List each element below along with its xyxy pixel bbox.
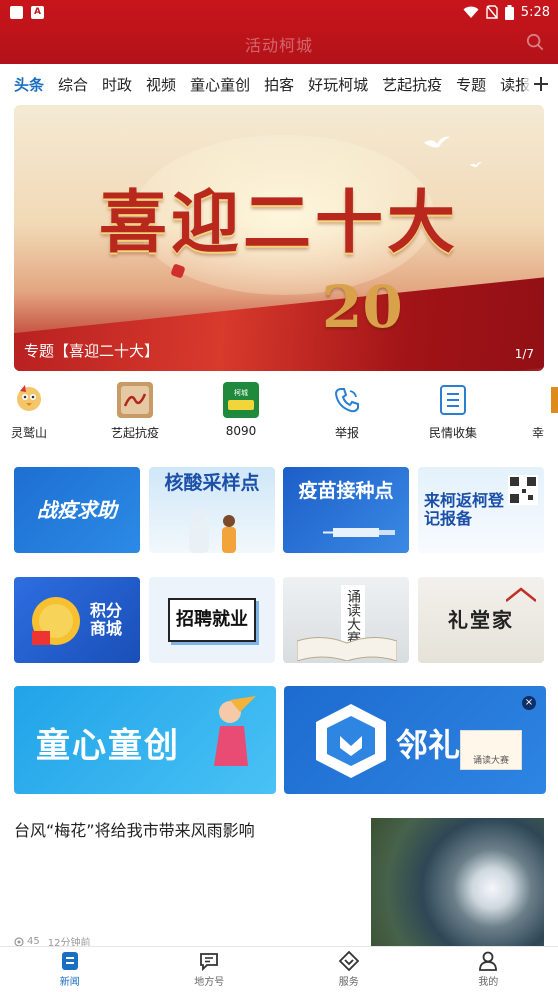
tile-title: 来柯返柯登记报备 (424, 490, 505, 528)
tile-title: 招聘就业 (176, 608, 248, 630)
shortcut-row: 灵鹫山 艺起抗疫 柯城 8090 举报 民情收集 幸 (0, 378, 558, 448)
nav-label: 我的 (478, 977, 499, 988)
tile-ritual-hall[interactable]: 礼堂家 (418, 577, 544, 663)
news-thumbnail (371, 818, 544, 946)
shortcut-label: 幸 (532, 426, 545, 440)
tab-art-antiepidemic[interactable]: 艺起抗疫 (375, 74, 449, 95)
tile-title: 积分商城 (89, 600, 122, 638)
app-header: 活动柯城 (0, 24, 558, 64)
tile-title: 礼堂家 (448, 607, 514, 632)
shortcut-label: 艺起抗疫 (110, 426, 159, 440)
medic-illustration-icon (189, 508, 236, 553)
battery-icon (504, 4, 514, 20)
banner-pager: 1/7 (514, 347, 534, 361)
news-list-item[interactable]: 台风“梅花”将给我市带来风雨影响 45 12分钟前 (0, 812, 558, 949)
channel-tabs: 头条 综合 时政 视频 童心童创 拍客 好玩柯城 艺起抗疫 专题 读报 (0, 64, 558, 104)
tile-epidemic-help[interactable]: 战疫求助 (14, 467, 140, 553)
coin-icon (32, 597, 80, 645)
open-book-icon (297, 637, 397, 661)
8090-stripe (228, 400, 254, 410)
eye-icon (14, 936, 24, 947)
tab-headline[interactable]: 头条 (0, 74, 51, 95)
shortcut-label: 民情收集 (428, 426, 477, 440)
shortcut-lingjiushan[interactable]: 灵鹫山 (0, 378, 74, 441)
shortcut-label: 8090 (225, 424, 257, 438)
news-headline: 台风“梅花”将给我市带来风雨影响 (14, 821, 255, 840)
nav-local-account[interactable]: 地方号 (140, 947, 280, 992)
tile-employment[interactable]: 招聘就业 (149, 577, 275, 663)
notification-a-icon: A (31, 5, 44, 19)
banner-neighbor-ritual[interactable]: 邻礼 诵读大赛 × (284, 686, 546, 794)
nav-label: 新闻 (59, 977, 80, 988)
close-icon[interactable]: × (522, 696, 536, 710)
add-channel-button[interactable] (524, 64, 558, 104)
nav-label: 服务 (338, 977, 359, 988)
house-icon (536, 382, 558, 418)
service-diamond-icon (338, 951, 359, 971)
wifi-icon (463, 6, 479, 18)
mascot-icon (11, 382, 47, 418)
cube-logo-icon (316, 704, 386, 778)
8090-badge-text: 柯城 (234, 389, 248, 397)
employment-card: 招聘就业 (168, 597, 256, 643)
banner-headline-art: 喜迎二十大 (98, 183, 459, 263)
shortcut-8090[interactable]: 柯城 8090 (196, 378, 286, 438)
banner-caption: 专题【喜迎二十大】 (24, 342, 160, 360)
top-bar: A 5:28 活动柯城 (0, 0, 558, 64)
no-sim-icon (486, 5, 498, 19)
phone-icon (329, 382, 365, 418)
shortcut-report[interactable]: 举报 (302, 378, 392, 441)
nav-label: 地方号 (194, 977, 225, 988)
app-notification-icon (10, 5, 23, 19)
tab-general[interactable]: 综合 (51, 74, 95, 95)
tile-title: 核酸采样点 (164, 472, 260, 494)
tab-video[interactable]: 视频 (139, 74, 183, 95)
tab-photographer[interactable]: 拍客 (257, 74, 301, 95)
tile-nucleic-test-point[interactable]: 核酸采样点 (149, 467, 275, 553)
nav-service[interactable]: 服务 (279, 947, 419, 992)
list-icon (435, 382, 471, 418)
user-icon (479, 951, 498, 971)
nav-profile[interactable]: 我的 (419, 947, 558, 992)
tab-special[interactable]: 专题 (449, 74, 493, 95)
wide-banner-title: 童心童创 (36, 726, 180, 766)
wide-banner-title: 邻礼 (396, 726, 461, 764)
8090-league-icon: 柯城 (223, 382, 259, 418)
tile-title: 战疫求助 (37, 497, 117, 522)
shortcut-opinion-collection[interactable]: 民情收集 (408, 378, 498, 441)
search-icon[interactable] (526, 33, 544, 51)
banner-number-art: 20 (322, 273, 403, 341)
syringe-icon (323, 528, 395, 537)
banner-carousel[interactable]: 喜迎二十大 20 专题【喜迎二十大】 1/7 (14, 105, 544, 371)
qr-code-icon (508, 475, 538, 505)
shortcut-label: 举报 (334, 426, 359, 440)
status-time: 5:28 (520, 4, 550, 20)
bottom-nav: 新闻 地方号 服务 我的 (0, 946, 558, 992)
nav-news[interactable]: 新闻 (0, 947, 140, 992)
tile-points-mall[interactable]: 积分商城 (14, 577, 140, 663)
banner-kids-creation[interactable]: 童心童创 (14, 686, 276, 794)
shortcut-label: 灵鹫山 (10, 426, 47, 440)
dove-icon (424, 136, 450, 148)
tile-return-registration[interactable]: 来柯返柯登记报备 (418, 467, 544, 553)
news-icon (61, 952, 78, 970)
tile-reading-contest[interactable]: 诵读大赛 (283, 577, 409, 663)
tab-fun-kecheng[interactable]: 好玩柯城 (301, 74, 375, 95)
tab-kids-creation[interactable]: 童心童创 (183, 74, 257, 95)
page-title: 活动柯城 (244, 36, 313, 55)
roof-icon (506, 587, 536, 602)
tab-politics[interactable]: 时政 (95, 74, 139, 95)
shortcut-partial[interactable]: 幸 (496, 378, 558, 441)
status-bar: A 5:28 (0, 0, 558, 24)
art-icon (117, 382, 153, 418)
reading-poster-thumb: 诵读大赛 (460, 730, 522, 770)
plus-icon (534, 77, 548, 91)
chat-icon (200, 953, 219, 971)
shortcut-art-antiepidemic[interactable]: 艺起抗疫 (90, 378, 180, 441)
tile-vaccine-point[interactable]: 疫苗接种点 (283, 467, 409, 553)
kid-illustration-icon (214, 696, 256, 766)
tile-title: 疫苗接种点 (298, 480, 394, 502)
